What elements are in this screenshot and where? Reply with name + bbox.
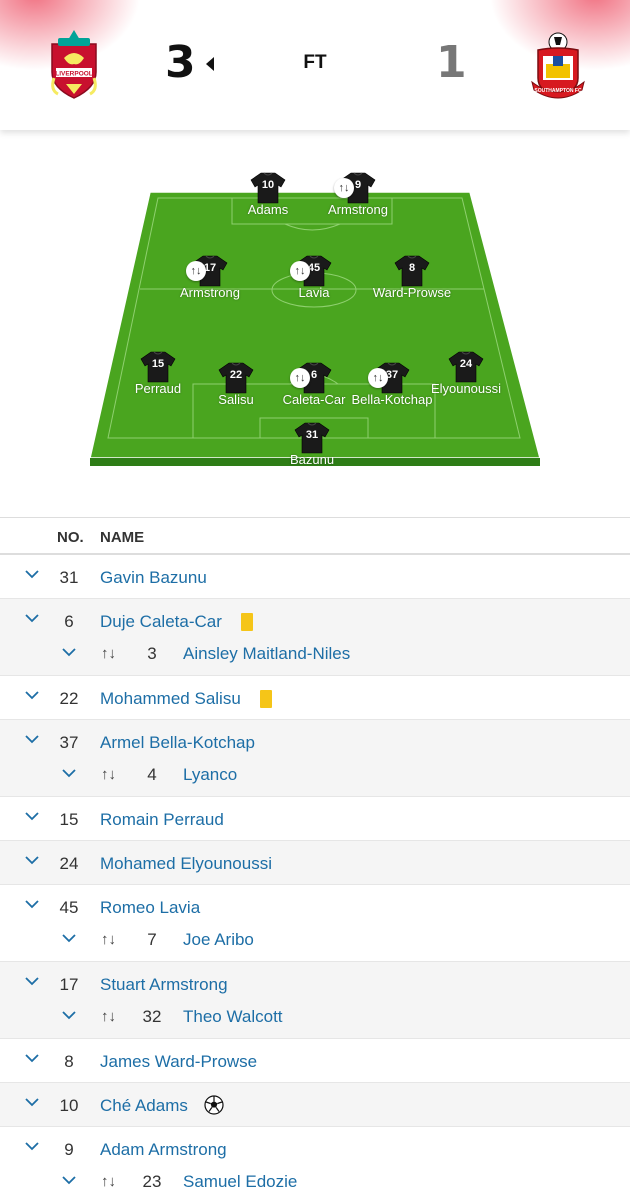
chevron-down-icon[interactable] xyxy=(62,1008,76,1022)
pitch-player[interactable]: 31 Bazunu xyxy=(262,422,362,470)
match-status-label: FT xyxy=(303,52,327,73)
substitution-icon: ↑↓ xyxy=(290,368,310,388)
sub-player-number: 3 xyxy=(147,644,157,663)
player-number: 31 xyxy=(59,568,79,587)
player-number: 9 xyxy=(64,1140,74,1159)
player-number: 15 xyxy=(59,810,79,829)
player-name: Elyounoussi xyxy=(430,381,502,396)
shirt-number: 10 xyxy=(261,179,275,191)
table-row[interactable]: 22 Mohammed Salisu xyxy=(0,676,630,720)
sub-player-name-link[interactable]: Ainsley Maitland-Niles xyxy=(183,644,350,664)
table-row[interactable]: 31 Gavin Bazunu xyxy=(0,555,630,599)
table-row[interactable]: 15 Romain Perraud xyxy=(0,797,630,841)
yellow-card-icon xyxy=(260,690,272,708)
shirt-number: 15 xyxy=(151,358,165,370)
sub-player-name-link[interactable]: Samuel Edozie xyxy=(183,1172,297,1192)
chevron-down-icon[interactable] xyxy=(25,897,39,911)
substitution-icon: ↑↓ xyxy=(101,931,116,948)
southampton-crest-icon[interactable]: SOUTHAMPTON FC xyxy=(528,28,585,100)
player-name-link[interactable]: Duje Caleta-Car xyxy=(100,612,222,632)
pitch-player[interactable]: 9 ↑↓ Armstrong xyxy=(308,172,408,220)
player-name-link[interactable]: Mohammed Salisu xyxy=(100,689,241,709)
sub-player-number: 4 xyxy=(147,765,157,784)
sub-player-number: 23 xyxy=(142,1172,162,1191)
player-name: Ward-Prowse xyxy=(372,285,452,300)
player-name-link[interactable]: Ché Adams xyxy=(100,1096,188,1116)
player-number: 8 xyxy=(64,1052,74,1071)
player-number: 45 xyxy=(59,898,79,917)
chevron-down-icon[interactable] xyxy=(25,732,39,746)
chevron-down-icon[interactable] xyxy=(25,688,39,702)
pitch-player[interactable]: 24 Elyounoussi xyxy=(416,351,516,399)
table-row[interactable]: 24 Mohamed Elyounoussi xyxy=(0,841,630,885)
chevron-down-icon[interactable] xyxy=(25,1139,39,1153)
chevron-down-icon[interactable] xyxy=(25,1051,39,1065)
table-row[interactable]: 17 Stuart Armstrong ↑↓ 32 Theo Walcott xyxy=(0,962,630,1039)
chevron-down-icon[interactable] xyxy=(62,1173,76,1187)
chevron-down-icon[interactable] xyxy=(62,766,76,780)
lineup-pitch: 10 Adams 9 ↑↓ Armstrong 17 ↑↓ Armstrong 45 ↑↓ Lavi… xyxy=(0,140,630,480)
player-name-link[interactable]: Armel Bella-Kotchap xyxy=(100,733,255,753)
player-name-link[interactable]: James Ward-Prowse xyxy=(100,1052,257,1072)
sub-player-name-link[interactable]: Joe Aribo xyxy=(183,930,254,950)
player-name-link[interactable]: Mohamed Elyounoussi xyxy=(100,854,272,874)
chevron-down-icon[interactable] xyxy=(62,931,76,945)
shirt-number: 31 xyxy=(305,429,319,441)
player-name-link[interactable]: Gavin Bazunu xyxy=(100,568,207,588)
sub-player-number: 7 xyxy=(147,930,157,949)
chevron-down-icon[interactable] xyxy=(25,809,39,823)
shirt-number: 22 xyxy=(229,369,243,381)
table-row[interactable]: 9 Adam Armstrong ↑↓ 23 Samuel Edozie xyxy=(0,1127,630,1200)
chevron-down-icon[interactable] xyxy=(25,974,39,988)
table-row[interactable]: 6 Duje Caleta-Car ↑↓ 3 Ainsley Maitland-Nile… xyxy=(0,599,630,676)
player-name: Armstrong xyxy=(328,202,388,217)
player-number: 22 xyxy=(59,689,79,708)
table-row[interactable]: 8 James Ward-Prowse xyxy=(0,1039,630,1083)
chevron-down-icon[interactable] xyxy=(25,853,39,867)
table-rows: 31 Gavin Bazunu 6 Duje Caleta-Car ↑↓ 3 Ainsley… xyxy=(0,555,630,1200)
table-row[interactable]: 45 Romeo Lavia ↑↓ 7 Joe Aribo xyxy=(0,885,630,962)
match-header: LIVERPOOL 3 FT 1 SOUTHAMPTON FC xyxy=(0,0,630,130)
substitution-icon: ↑↓ xyxy=(186,261,206,281)
chevron-down-icon[interactable] xyxy=(25,611,39,625)
chevron-down-icon[interactable] xyxy=(62,645,76,659)
substitution-icon: ↑↓ xyxy=(290,261,310,281)
player-name-link[interactable]: Romeo Lavia xyxy=(100,898,200,918)
chevron-down-icon[interactable] xyxy=(25,1095,39,1109)
column-header-name: NAME xyxy=(100,529,145,546)
sub-player-number: 32 xyxy=(142,1007,162,1026)
player-name-link[interactable]: Adam Armstrong xyxy=(100,1140,227,1160)
player-name-link[interactable]: Romain Perraud xyxy=(100,810,224,830)
player-number: 10 xyxy=(59,1096,79,1115)
substitution-icon: ↑↓ xyxy=(101,766,116,783)
player-number: 17 xyxy=(59,975,79,994)
substitution-icon: ↑↓ xyxy=(101,645,116,662)
table-header: NO. NAME xyxy=(0,517,630,555)
sub-player-name-link[interactable]: Lyanco xyxy=(183,765,237,785)
player-number: 24 xyxy=(59,854,79,873)
player-number: 37 xyxy=(59,733,79,752)
table-row[interactable]: 10 Ché Adams xyxy=(0,1083,630,1127)
column-header-number: NO. xyxy=(57,529,84,546)
svg-text:SOUTHAMPTON FC: SOUTHAMPTON FC xyxy=(534,88,582,94)
shirt-number: 8 xyxy=(408,262,416,274)
substitution-icon: ↑↓ xyxy=(334,178,354,198)
player-number: 6 xyxy=(64,612,74,631)
lineup-table: NO. NAME 31 Gavin Bazunu 6 Duje Caleta-Car ↑… xyxy=(0,517,630,1200)
yellow-card-icon xyxy=(241,613,253,631)
substitution-icon: ↑↓ xyxy=(101,1173,116,1190)
player-name: Bazunu xyxy=(289,452,335,467)
substitution-icon: ↑↓ xyxy=(101,1008,116,1025)
goal-ball-icon xyxy=(204,1095,224,1115)
pitch-player[interactable]: 8 Ward-Prowse xyxy=(362,255,462,303)
chevron-down-icon[interactable] xyxy=(25,567,39,581)
player-name-link[interactable]: Stuart Armstrong xyxy=(100,975,228,995)
substitution-icon: ↑↓ xyxy=(368,368,388,388)
away-score: 1 xyxy=(436,37,467,88)
sub-player-name-link[interactable]: Theo Walcott xyxy=(183,1007,283,1027)
shirt-number: 24 xyxy=(459,358,473,370)
table-row[interactable]: 37 Armel Bella-Kotchap ↑↓ 4 Lyanco xyxy=(0,720,630,797)
